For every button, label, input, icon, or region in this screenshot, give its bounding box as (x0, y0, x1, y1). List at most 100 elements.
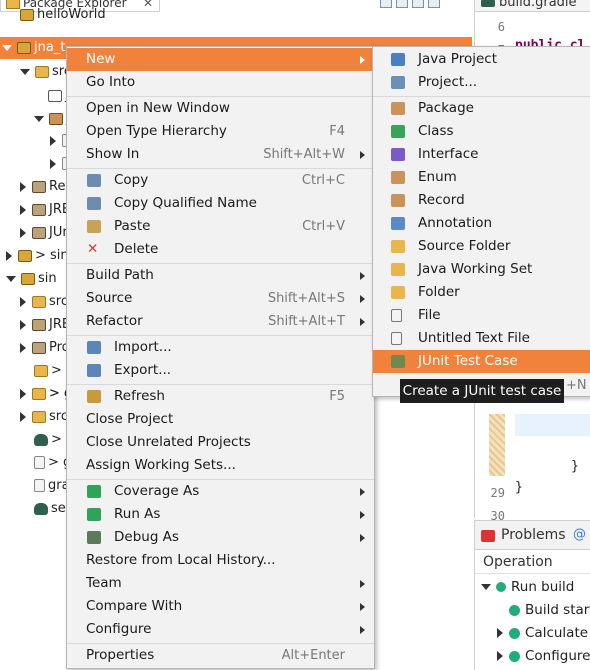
coverage-icon (87, 485, 101, 498)
chevron-right-icon[interactable] (20, 319, 26, 330)
copy-qualified-icon (87, 197, 101, 210)
chevron-right-icon[interactable] (20, 411, 26, 422)
new-item-package[interactable]: Package (373, 97, 590, 120)
new-item-interface[interactable]: Interface (373, 143, 590, 166)
build-operation-row[interactable]: Configure (497, 645, 590, 668)
menu-item-compare-with[interactable]: Compare With (67, 595, 374, 618)
new-item-source-folder[interactable]: Source Folder (373, 235, 590, 258)
tree-item[interactable]: helloWorld (20, 4, 106, 26)
menu-item-assign-working-sets[interactable]: Assign Working Sets... (67, 454, 374, 477)
menu-item-label: Configure (86, 621, 152, 637)
new-submenu: Java Project Project... Package Class Interf… (372, 46, 590, 397)
tab-javadoc[interactable]: @ (573, 527, 586, 542)
menu-item-new[interactable]: New (67, 48, 374, 71)
menu-item-source[interactable]: Source Shift+Alt+S (67, 287, 374, 310)
new-item-record[interactable]: Record (373, 189, 590, 212)
menu-item-run-as[interactable]: Run As (67, 503, 374, 526)
menu-item-delete[interactable]: ✕ Delete (67, 238, 374, 261)
new-item-class[interactable]: Class (373, 120, 590, 143)
tree-item[interactable]: > g (20, 383, 72, 405)
menu-item-team[interactable]: Team (67, 572, 374, 595)
tree-item[interactable]: src (20, 406, 68, 428)
new-item-annotation[interactable]: Annotation (373, 212, 590, 235)
menu-item-export[interactable]: Export... (67, 359, 374, 382)
chevron-right-icon[interactable] (20, 342, 26, 353)
menu-item-refactor[interactable]: Refactor Shift+Alt+T (67, 310, 374, 333)
menu-item-open-in-new-window[interactable]: Open in New Window (67, 97, 374, 120)
tree-item[interactable]: j (34, 108, 70, 130)
chevron-down-icon[interactable] (2, 44, 12, 51)
tree-item[interactable]: JRE (20, 199, 70, 221)
new-item-junit-test-case[interactable]: JUnit Test Case (373, 350, 590, 373)
new-item-enum[interactable]: Enum (373, 166, 590, 189)
chevron-right-icon[interactable] (20, 227, 26, 238)
annotation-icon (391, 217, 405, 230)
chevron-right-icon[interactable] (6, 250, 12, 261)
tree-item[interactable]: Ret (20, 176, 71, 198)
chevron-down-icon[interactable] (481, 584, 491, 590)
menu-item-copy-qualified-name[interactable]: Copy Qualified Name (67, 192, 374, 215)
chevron-right-icon[interactable] (20, 181, 26, 192)
menu-item-configure[interactable]: Configure (67, 618, 374, 641)
menu-item-copy[interactable]: Copy Ctrl+C (67, 169, 374, 192)
editor-tab-build-gradle[interactable]: build.gradle (475, 0, 590, 12)
tree-item[interactable]: src (20, 61, 71, 83)
chevron-right-icon[interactable] (50, 135, 56, 146)
tree-item[interactable]: JUn (20, 222, 71, 244)
source-folder-icon (35, 65, 49, 78)
minimize-icon[interactable] (428, 0, 440, 8)
menu-item-refresh[interactable]: Refresh F5 (67, 385, 374, 408)
build-operation-row[interactable]: Run build (481, 576, 574, 599)
tooltip: Create a JUnit test case (400, 379, 564, 403)
build-operation-label: Build start (525, 602, 590, 618)
menu-item-open-type-hierarchy[interactable]: Open Type Hierarchy F4 (67, 120, 374, 143)
new-item-java-project[interactable]: Java Project (373, 48, 590, 71)
operation-column-header[interactable]: Operation (475, 550, 590, 574)
code-brace[interactable]: } (571, 459, 579, 474)
chevron-down-icon[interactable] (20, 68, 30, 75)
new-item-java-working-set[interactable]: Java Working Set (373, 258, 590, 281)
chevron-right-icon[interactable] (50, 158, 56, 169)
tree-item[interactable]: gra (34, 475, 70, 497)
collapse-all-icon[interactable] (380, 0, 392, 8)
build-operation-row[interactable]: Build start (497, 599, 590, 622)
tree-item[interactable]: > sin (6, 245, 69, 267)
menu-item-show-in[interactable]: Show In Shift+Alt+W (67, 143, 374, 166)
tree-item[interactable]: src (20, 291, 68, 313)
chevron-right-icon[interactable] (497, 628, 503, 638)
new-item-untitled-text-file[interactable]: Untitled Text File (373, 327, 590, 350)
tab-problems[interactable]: Problems (481, 527, 566, 543)
link-with-editor-icon[interactable] (396, 0, 408, 8)
tree-item[interactable]: Pro (20, 337, 70, 359)
menu-item-close-project[interactable]: Close Project (67, 408, 374, 431)
new-item-folder[interactable]: Folder (373, 281, 590, 304)
new-item-file[interactable]: File (373, 304, 590, 327)
menu-item-coverage-as[interactable]: Coverage As (67, 480, 374, 503)
build-operation-row[interactable]: Calculate (497, 622, 588, 645)
tree-item[interactable]: JRE (20, 314, 70, 336)
menu-item-properties[interactable]: Properties Alt+Enter (67, 644, 374, 667)
menu-item-paste[interactable]: Paste Ctrl+V (67, 215, 374, 238)
submenu-shortcut: +N (566, 378, 587, 393)
chevron-right-icon[interactable] (20, 296, 26, 307)
file-icon (34, 456, 45, 469)
menu-item-import[interactable]: Import... (67, 336, 374, 359)
tree-item[interactable]: sin (6, 268, 57, 290)
menu-item-debug-as[interactable]: Debug As (67, 526, 374, 549)
new-item-project[interactable]: Project... (373, 71, 590, 94)
menu-item-go-into[interactable]: Go Into (67, 71, 374, 94)
chevron-down-icon[interactable] (6, 275, 16, 282)
view-menu-icon[interactable] (412, 0, 424, 8)
chevron-down-icon[interactable] (34, 115, 44, 122)
gradle-icon (481, 0, 495, 7)
menu-item-restore-from-local-history[interactable]: Restore from Local History... (67, 549, 374, 572)
menu-item-build-path[interactable]: Build Path (67, 264, 374, 287)
chevron-right-icon[interactable] (20, 388, 26, 399)
chevron-right-icon[interactable] (497, 651, 503, 661)
close-icon[interactable]: ✕ (143, 0, 153, 12)
refresh-icon (87, 390, 101, 403)
new-item-label: Untitled Text File (418, 330, 530, 346)
chevron-right-icon[interactable] (20, 204, 26, 215)
code-brace[interactable]: } (515, 480, 523, 495)
menu-item-close-unrelated-projects[interactable]: Close Unrelated Projects (67, 431, 374, 454)
